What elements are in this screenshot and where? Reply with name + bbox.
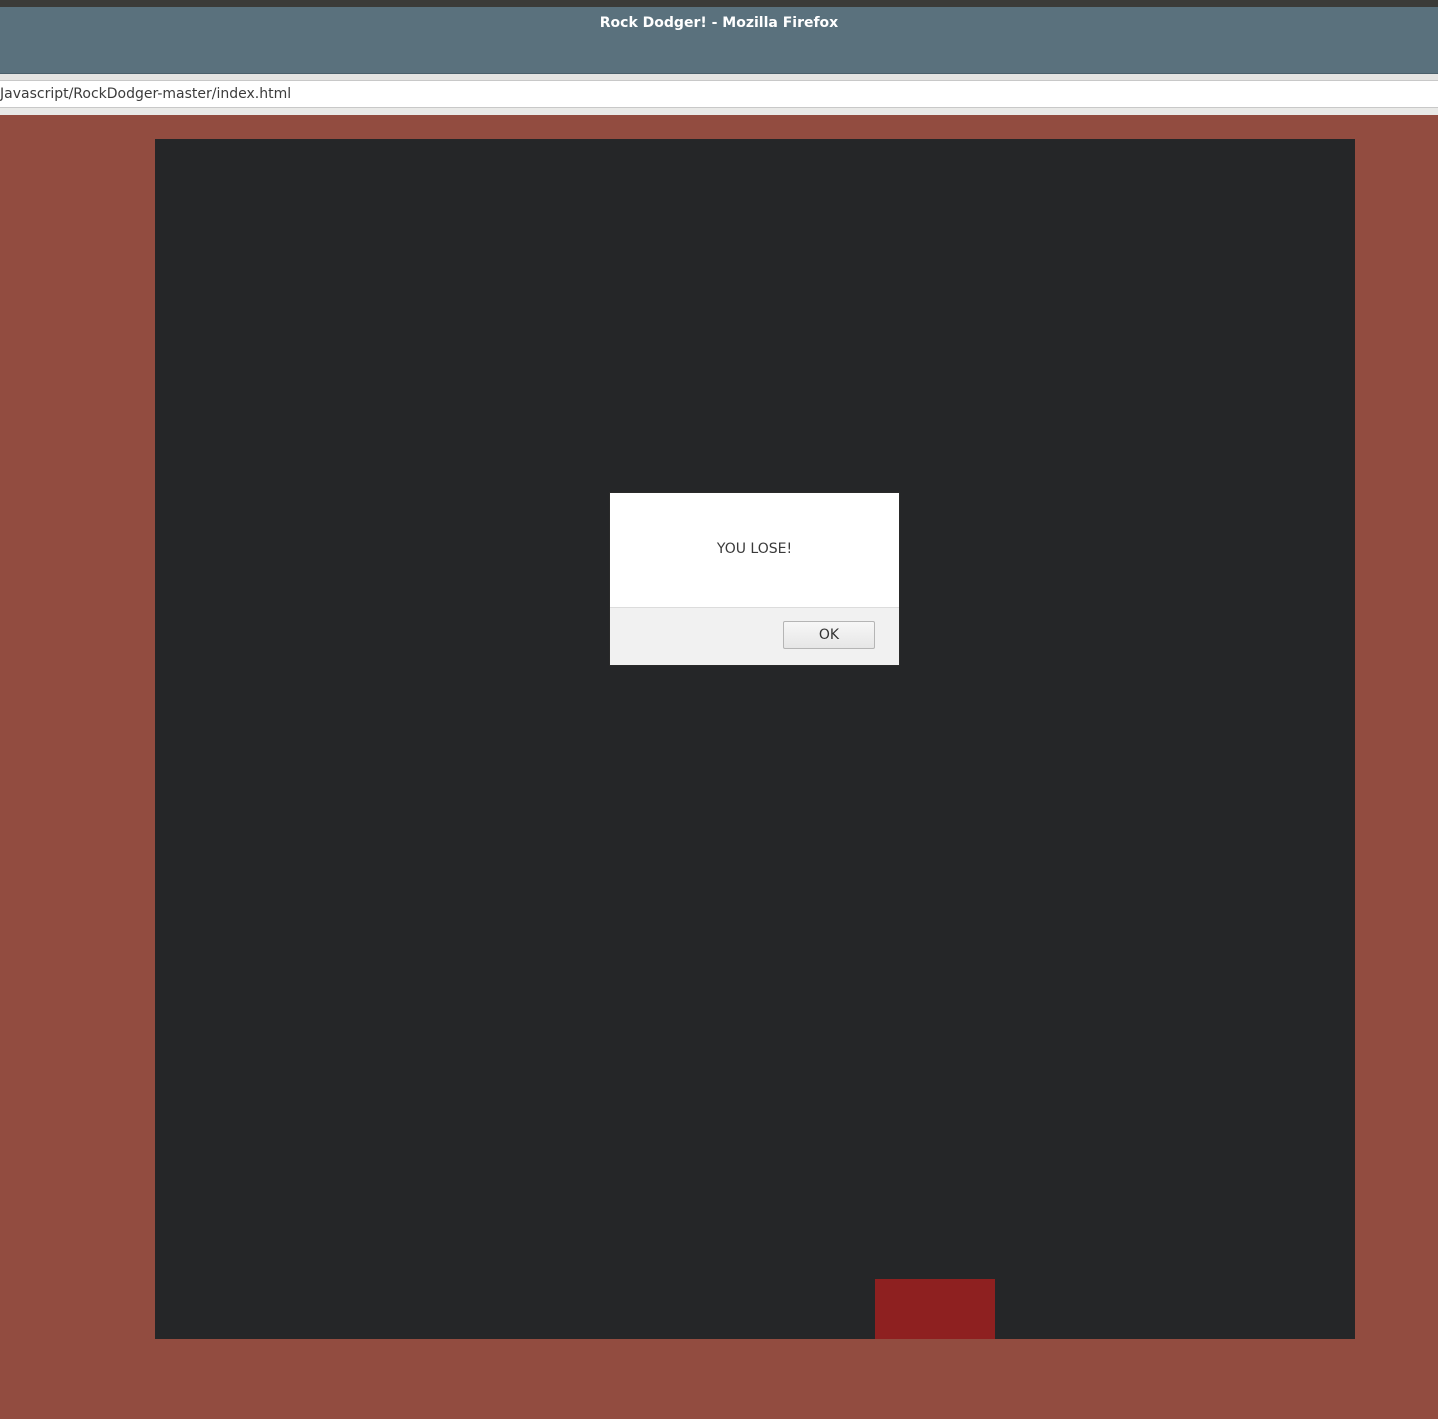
window-title: Rock Dodger! - Mozilla Firefox: [599, 15, 839, 31]
window-titlebar[interactable]: Rock Dodger! - Mozilla Firefox: [0, 7, 1438, 74]
game-canvas[interactable]: [155, 139, 1355, 1339]
alert-footer: OK: [610, 607, 899, 665]
url-text[interactable]: Javascript/RockDodger-master/index.html: [0, 86, 291, 102]
alert-message: YOU LOSE!: [716, 541, 793, 557]
player-block: [875, 1279, 995, 1339]
content-separator: [0, 108, 1438, 115]
alert-dialog: YOU LOSE! OK: [609, 492, 900, 666]
window-top-border: [0, 0, 1438, 7]
ok-button[interactable]: OK: [783, 621, 875, 649]
address-bar[interactable]: Javascript/RockDodger-master/index.html: [0, 80, 1438, 108]
